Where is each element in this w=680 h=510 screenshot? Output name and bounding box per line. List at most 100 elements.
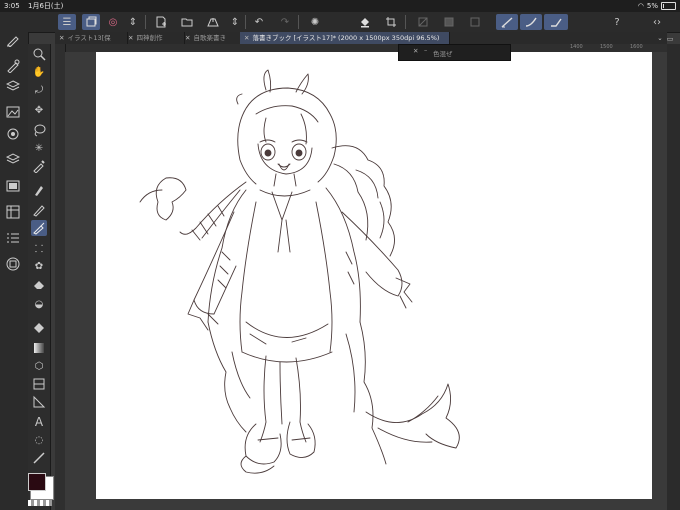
shape-icon: ⬡	[34, 360, 44, 372]
selection-invert-icon	[444, 17, 454, 27]
auto-action-button[interactable]	[6, 230, 22, 246]
tool-rotate[interactable]: ⤾	[31, 82, 47, 98]
tool-eyedropper[interactable]	[31, 158, 47, 174]
tool-correct-line[interactable]	[31, 450, 47, 466]
fill-icon	[34, 323, 44, 333]
clear-selection-button[interactable]	[414, 14, 432, 30]
eyedropper-icon	[33, 160, 45, 173]
color-set-button[interactable]	[6, 178, 22, 194]
search-icon	[7, 128, 19, 140]
tab-jikarakugaki[interactable]: ✕ 自歌楽書き	[181, 32, 244, 44]
zoom-icon	[33, 48, 46, 61]
material-panel-button[interactable]	[6, 104, 22, 120]
layer-panel-button[interactable]	[5, 78, 22, 94]
ruler-label: 1600	[630, 44, 643, 50]
tool-fill[interactable]	[31, 320, 47, 336]
tool-pen[interactable]	[31, 182, 47, 198]
tab-label: イラスト13[保	[67, 34, 111, 42]
panel-minimize-button[interactable]: –	[424, 46, 427, 54]
fill-icon	[361, 18, 369, 28]
move-icon: ✥	[34, 104, 44, 116]
tool-magic-wand[interactable]: ✳	[31, 140, 47, 156]
close-icon[interactable]: ✕	[59, 34, 64, 42]
tool-text[interactable]: A	[31, 414, 47, 430]
color-mix-panel[interactable]: ✕ – 色混ぜ	[398, 44, 511, 61]
chevron-updown-icon: ⇕	[128, 16, 138, 28]
processing-indicator[interactable]: ✺	[306, 14, 324, 30]
tool-brush[interactable]	[31, 220, 47, 236]
layer-select-stepper[interactable]: ⇕	[124, 14, 142, 30]
undo-button[interactable]: ↶	[250, 14, 268, 30]
list-icon	[7, 233, 19, 243]
bank-icon	[6, 257, 20, 271]
battery-icon	[661, 2, 676, 10]
tool-decoration[interactable]: ✿	[31, 258, 47, 274]
open-file-button[interactable]	[178, 14, 196, 30]
selection-clear-icon	[418, 17, 428, 27]
tool-airbrush[interactable]: ⸬	[31, 240, 47, 256]
save-button[interactable]	[204, 14, 222, 30]
layer-property-button[interactable]	[5, 152, 22, 168]
decoration-icon: ✿	[34, 260, 44, 272]
crop-icon	[386, 17, 396, 27]
new-file-button[interactable]	[152, 14, 170, 30]
quick-access-button[interactable]: ‹›	[648, 14, 666, 30]
history-stepper[interactable]: ⇕	[226, 14, 244, 30]
pencil-icon	[33, 205, 45, 217]
menu-icon: ☰	[62, 16, 72, 28]
frame-icon	[33, 378, 45, 390]
tool-lasso[interactable]	[31, 122, 47, 138]
color-history-button[interactable]	[6, 204, 22, 220]
tab-label: 落書きブック [イラスト17]* (2000 x 1500px 350dpi 9…	[252, 34, 440, 42]
item-bank-button[interactable]	[6, 256, 22, 272]
reference-layer-button[interactable]: ◎	[104, 14, 122, 30]
close-icon[interactable]: ✕	[185, 34, 190, 42]
tool-move[interactable]: ✥	[31, 102, 47, 118]
menu-button[interactable]: ☰	[58, 14, 76, 30]
redo-icon: ↷	[280, 16, 290, 28]
stroke-mode-3-button[interactable]	[544, 14, 568, 30]
tool-zoom[interactable]	[31, 46, 47, 62]
help-button[interactable]: ?	[608, 14, 626, 30]
tool-pencil[interactable]	[31, 202, 47, 218]
invert-selection-button[interactable]	[440, 14, 458, 30]
tool-figure[interactable]: ⬡	[31, 358, 47, 374]
ruler-icon	[33, 395, 46, 408]
tool-hand[interactable]: ✋	[31, 64, 47, 80]
close-icon[interactable]: ✕	[128, 34, 133, 42]
layer-button[interactable]	[82, 14, 100, 30]
command-bar: ☰ ◎ ⇕ ⇕ ↶ ↷ ✺ ? ‹›	[0, 12, 680, 33]
vertical-scrollbar[interactable]	[667, 44, 680, 510]
canvas-area[interactable]	[65, 52, 667, 510]
drawing-canvas[interactable]	[96, 52, 652, 499]
ruler-label: 1500	[600, 44, 613, 50]
fill-selection-button[interactable]	[356, 14, 374, 30]
brush-icon	[33, 222, 45, 235]
tool-property-button[interactable]	[6, 58, 22, 74]
panel-close-button[interactable]: ✕	[413, 47, 418, 55]
tab-shijin[interactable]: ✕ 四神創作	[124, 32, 185, 44]
transparent-color-swatch[interactable]	[28, 500, 52, 506]
selection-button[interactable]	[466, 14, 484, 30]
redo-button[interactable]: ↷	[276, 14, 294, 30]
tool-gradient[interactable]	[31, 340, 47, 356]
navigator-button[interactable]	[6, 126, 22, 142]
tool-ruler[interactable]	[31, 394, 47, 410]
open-icon	[181, 18, 193, 27]
tool-frame[interactable]	[31, 376, 47, 392]
wifi-icon: ◠	[637, 2, 644, 10]
crop-button[interactable]	[382, 14, 400, 30]
tool-balloon[interactable]: ◌	[31, 432, 47, 448]
tool-eraser[interactable]	[31, 276, 47, 292]
stroke-mode-2-button[interactable]	[520, 14, 542, 30]
selection-icon	[470, 17, 480, 27]
sub-tool-button[interactable]	[6, 32, 22, 48]
stroke-mode-1-button[interactable]	[496, 14, 518, 30]
line-fix-icon	[33, 452, 45, 464]
lasso-icon	[34, 124, 46, 137]
foreground-color-swatch[interactable]	[28, 473, 46, 491]
close-icon[interactable]: ✕	[244, 34, 249, 42]
tab-rakugaki-book[interactable]: ✕ 落書きブック [イラスト17]* (2000 x 1500px 350dpi …	[240, 32, 450, 44]
tool-blend[interactable]: ◒	[31, 296, 47, 312]
tab-illust13[interactable]: ✕ イラスト13[保	[55, 32, 128, 44]
